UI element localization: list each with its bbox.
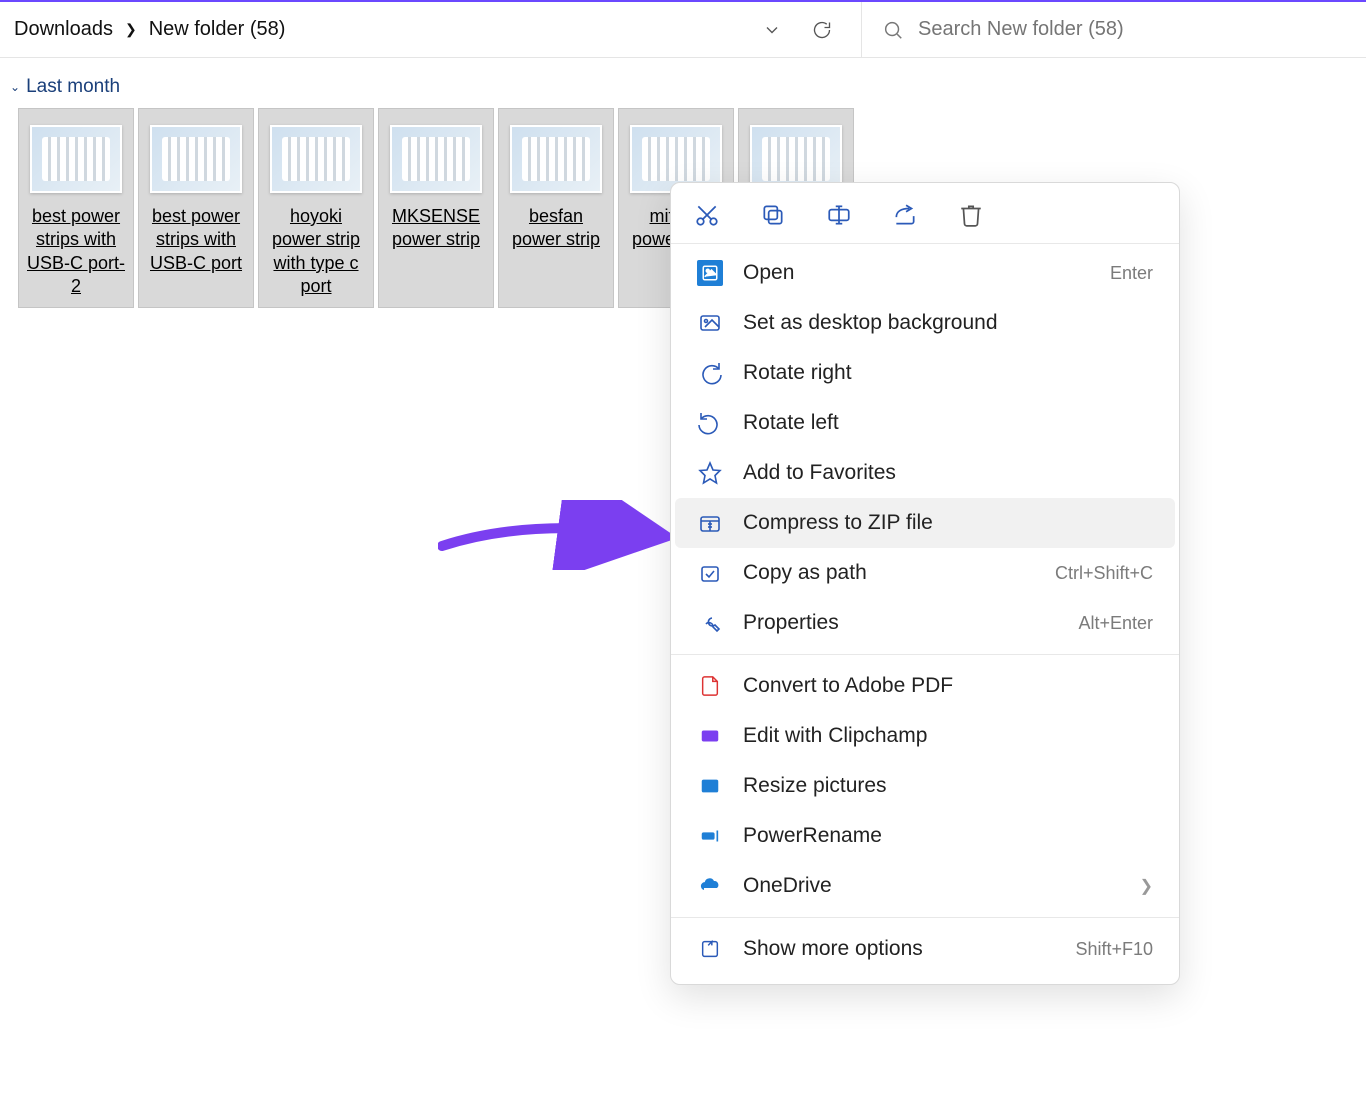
powerrename-icon	[697, 823, 723, 849]
thumbnail-icon	[150, 125, 242, 193]
menu-item-resize-pictures[interactable]: Resize pictures	[675, 761, 1175, 811]
menu-label: PowerRename	[743, 824, 1153, 848]
rename-icon[interactable]	[825, 201, 853, 229]
toolbar: Downloads ❯ New folder (58)	[0, 2, 1366, 58]
thumbnail-icon	[30, 125, 122, 193]
group-label: Last month	[26, 76, 120, 98]
file-label: besfan power strip	[505, 205, 607, 252]
file-item[interactable]: MKSENSE power strip	[378, 108, 494, 308]
refresh-icon[interactable]	[811, 19, 833, 41]
photo-icon	[697, 260, 723, 286]
pdf-icon	[697, 673, 723, 699]
menu-label: Show more options	[743, 937, 1055, 961]
thumbnail-icon	[510, 125, 602, 193]
delete-icon[interactable]	[957, 201, 985, 229]
rotate-left-icon	[697, 410, 723, 436]
file-item[interactable]: best power strips with USB-C port-2	[18, 108, 134, 308]
file-label: best power strips with USB-C port-2	[25, 205, 127, 299]
menu-item-rotate-left[interactable]: Rotate left	[675, 398, 1175, 448]
file-item[interactable]: besfan power strip	[498, 108, 614, 308]
rotate-right-icon	[697, 360, 723, 386]
search-box[interactable]	[861, 2, 1366, 57]
menu-item-properties[interactable]: Properties Alt+Enter	[675, 598, 1175, 648]
menu-label: Compress to ZIP file	[743, 511, 1153, 535]
separator	[671, 654, 1179, 655]
menu-label: Add to Favorites	[743, 461, 1153, 485]
menu-item-set-background[interactable]: Set as desktop background	[675, 298, 1175, 348]
chevron-right-icon: ❯	[125, 21, 137, 38]
resize-icon	[697, 773, 723, 799]
menu-label: Copy as path	[743, 561, 1035, 585]
menu-label: OneDrive	[743, 874, 1120, 898]
menu-item-copy-path[interactable]: Copy as path Ctrl+Shift+C	[675, 548, 1175, 598]
separator	[671, 917, 1179, 918]
menu-item-clipchamp[interactable]: Edit with Clipchamp	[675, 711, 1175, 761]
breadcrumb[interactable]: Downloads ❯ New folder (58)	[14, 18, 751, 41]
menu-item-show-more[interactable]: Show more options Shift+F10	[675, 924, 1175, 974]
menu-item-open[interactable]: Open Enter	[675, 248, 1175, 298]
file-label: best power strips with USB-C port	[145, 205, 247, 275]
menu-item-powerrename[interactable]: PowerRename	[675, 811, 1175, 861]
group-header[interactable]: ⌄ Last month	[8, 76, 1358, 98]
menu-shortcut: Ctrl+Shift+C	[1055, 563, 1153, 584]
menu-label: Resize pictures	[743, 774, 1153, 798]
file-item[interactable]: hoyoki power strip with type c port	[258, 108, 374, 308]
menu-item-compress-zip[interactable]: Compress to ZIP file	[675, 498, 1175, 548]
chevron-down-icon: ⌄	[10, 80, 20, 94]
share-icon[interactable]	[891, 201, 919, 229]
annotation-arrow	[438, 500, 670, 570]
zip-icon	[697, 510, 723, 536]
onedrive-icon	[697, 873, 723, 899]
menu-item-rotate-right[interactable]: Rotate right	[675, 348, 1175, 398]
menu-label: Properties	[743, 611, 1058, 635]
context-menu: Open Enter Set as desktop background Rot…	[670, 182, 1180, 985]
file-item[interactable]: best power strips with USB-C port	[138, 108, 254, 308]
menu-label: Open	[743, 261, 1090, 285]
address-bar[interactable]: Downloads ❯ New folder (58)	[0, 2, 861, 57]
thumbnail-icon	[270, 125, 362, 193]
chevron-right-icon: ❯	[1140, 876, 1153, 896]
star-icon	[697, 460, 723, 486]
menu-label: Rotate right	[743, 361, 1153, 385]
menu-label: Edit with Clipchamp	[743, 724, 1153, 748]
file-label: MKSENSE power strip	[385, 205, 487, 252]
wrench-icon	[697, 610, 723, 636]
menu-shortcut: Enter	[1110, 263, 1153, 284]
menu-item-adobe-pdf[interactable]: Convert to Adobe PDF	[675, 661, 1175, 711]
clipchamp-icon	[697, 723, 723, 749]
context-actions-row	[671, 187, 1179, 244]
menu-label: Rotate left	[743, 411, 1153, 435]
copy-icon[interactable]	[759, 201, 787, 229]
search-input[interactable]	[918, 18, 1346, 41]
breadcrumb-root[interactable]: Downloads	[14, 18, 113, 41]
wallpaper-icon	[697, 310, 723, 336]
breadcrumb-current[interactable]: New folder (58)	[149, 18, 286, 41]
chevron-down-icon[interactable]	[761, 19, 783, 41]
copy-path-icon	[697, 560, 723, 586]
file-label: hoyoki power strip with type c port	[265, 205, 367, 299]
cut-icon[interactable]	[693, 201, 721, 229]
menu-shortcut: Shift+F10	[1075, 939, 1153, 960]
menu-label: Set as desktop background	[743, 311, 1153, 335]
menu-shortcut: Alt+Enter	[1078, 613, 1153, 634]
thumbnail-icon	[390, 125, 482, 193]
search-icon	[882, 19, 904, 41]
more-options-icon	[697, 936, 723, 962]
menu-label: Convert to Adobe PDF	[743, 674, 1153, 698]
menu-item-add-favorites[interactable]: Add to Favorites	[675, 448, 1175, 498]
menu-item-onedrive[interactable]: OneDrive ❯	[675, 861, 1175, 911]
